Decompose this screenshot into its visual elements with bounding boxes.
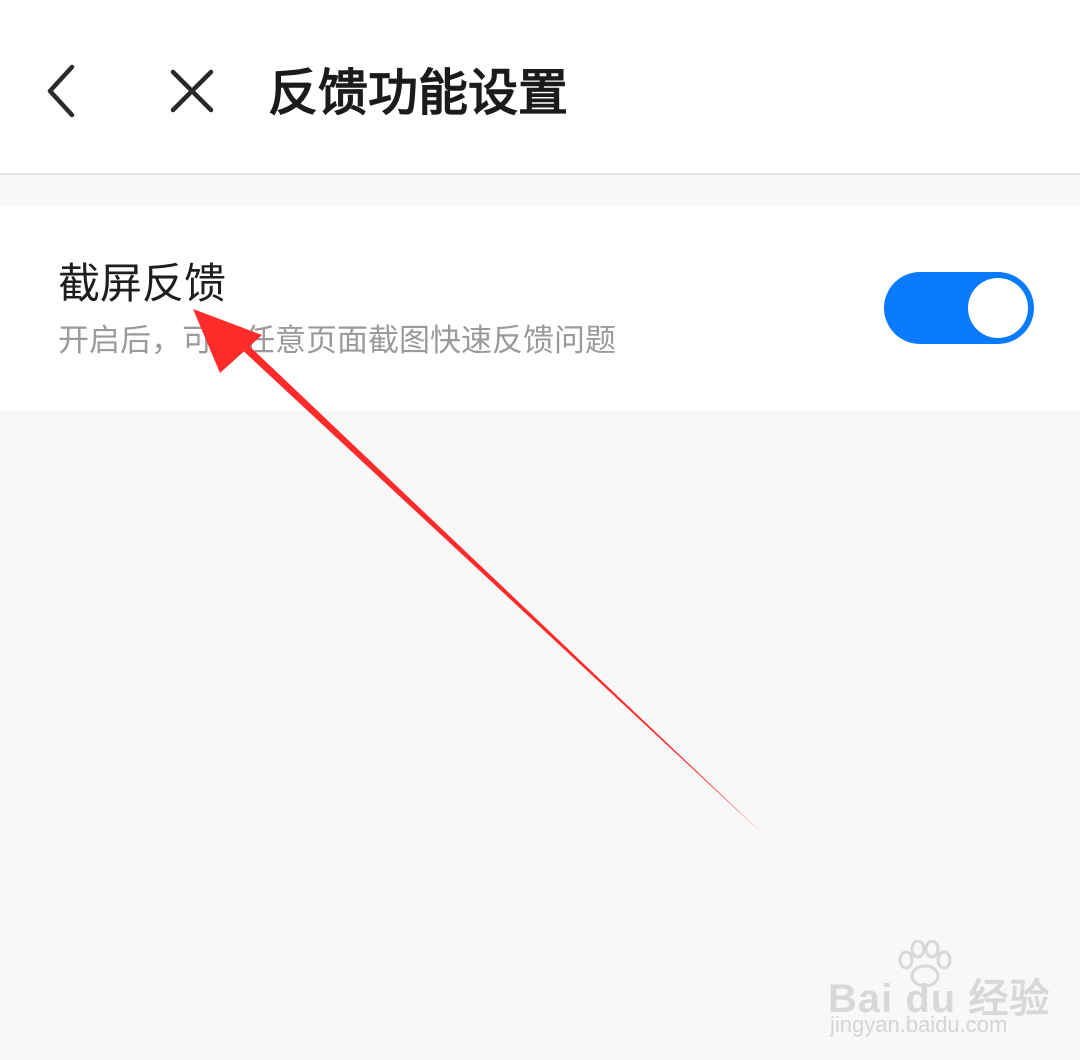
back-button[interactable] xyxy=(30,55,94,127)
setting-description: 开启后，可在任意页面截图快速反馈问题 xyxy=(58,323,616,359)
screenshot-feedback-setting: 截屏反馈 开启后，可在任意页面截图快速反馈问题 xyxy=(0,206,1080,411)
annotation-arrow-shaft xyxy=(238,340,767,838)
toggle-knob xyxy=(968,278,1028,338)
watermark-url: jingyan.baidu.com xyxy=(830,1012,1008,1037)
page-title: 反馈功能设置 xyxy=(268,64,568,122)
baidu-jingyan-watermark: Bai du 经验 jingyan.baidu.com xyxy=(828,940,1049,1040)
close-icon xyxy=(170,69,214,113)
screenshot-feedback-toggle[interactable] xyxy=(884,272,1034,344)
chevron-left-icon xyxy=(47,64,75,118)
top-bar: 反馈功能设置 xyxy=(0,0,1080,175)
close-button[interactable] xyxy=(158,55,226,127)
setting-label: 截屏反馈 xyxy=(58,259,227,308)
